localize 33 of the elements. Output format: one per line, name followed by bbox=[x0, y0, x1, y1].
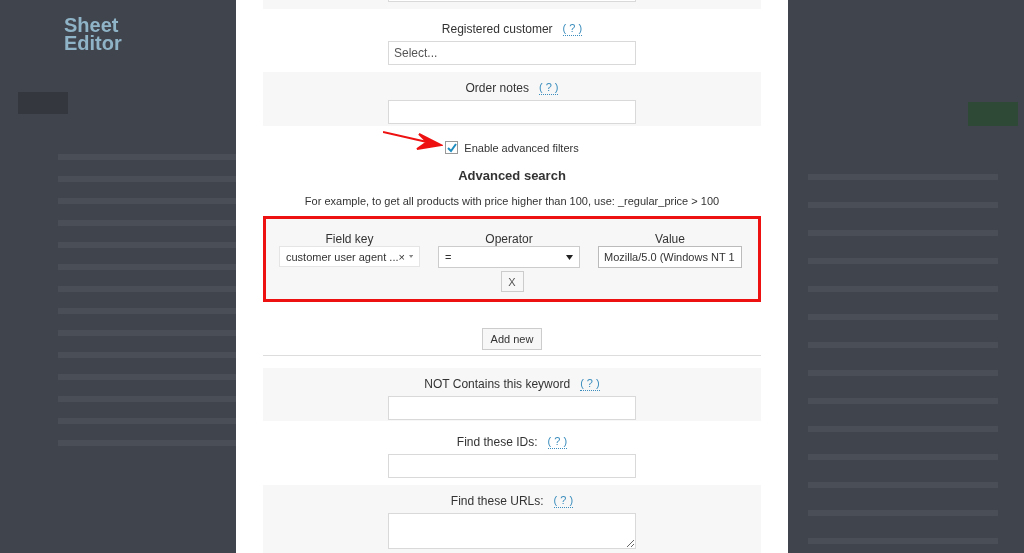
logo: Sheet Editor bbox=[64, 16, 123, 52]
input-field[interactable] bbox=[388, 454, 636, 479]
checkbox[interactable] bbox=[445, 141, 459, 155]
textarea-field[interactable] bbox=[388, 513, 636, 550]
field-label: Find these IDs: bbox=[456, 434, 538, 452]
caret-icon bbox=[408, 254, 413, 260]
example-text: For example, to get all products with price higher than 100, use: _regular_price > 100 bbox=[303, 194, 721, 210]
check-icon bbox=[446, 142, 457, 153]
select-field[interactable]: = bbox=[438, 246, 580, 269]
input-field[interactable] bbox=[388, 99, 636, 124]
select-field[interactable]: Select... bbox=[388, 40, 636, 65]
field-label: Field key bbox=[325, 231, 374, 247]
field-label: NOT Contains this keyword bbox=[424, 375, 571, 393]
clear-button[interactable]: × bbox=[398, 248, 405, 266]
field-label: Value bbox=[655, 231, 685, 247]
help-link[interactable]: ( ? ) bbox=[553, 494, 574, 509]
caret-icon bbox=[566, 254, 573, 260]
input-field[interactable]: Mozilla/5.0 (Windows NT 1 bbox=[598, 246, 742, 269]
field-label: Operator bbox=[485, 231, 533, 247]
help-link[interactable]: ( ? ) bbox=[562, 21, 583, 36]
remove-button[interactable]: X bbox=[500, 271, 524, 293]
help-link[interactable]: ( ? ) bbox=[538, 80, 559, 95]
annotation-arrow bbox=[383, 129, 443, 152]
input-field[interactable] bbox=[388, 395, 636, 420]
checkbox-label: Enable advanced filters bbox=[464, 140, 579, 156]
section-heading: Advanced search bbox=[457, 166, 567, 185]
field-label: Order notes bbox=[465, 79, 529, 97]
field-label: Registered customer bbox=[441, 20, 553, 38]
field-label: Find these URLs: bbox=[450, 493, 544, 511]
add-new-button[interactable]: Add new bbox=[481, 327, 543, 350]
help-link[interactable]: ( ? ) bbox=[580, 376, 600, 391]
select-field[interactable]: customer user agent ...× bbox=[279, 246, 420, 268]
help-link[interactable]: ( ? ) bbox=[547, 435, 568, 450]
